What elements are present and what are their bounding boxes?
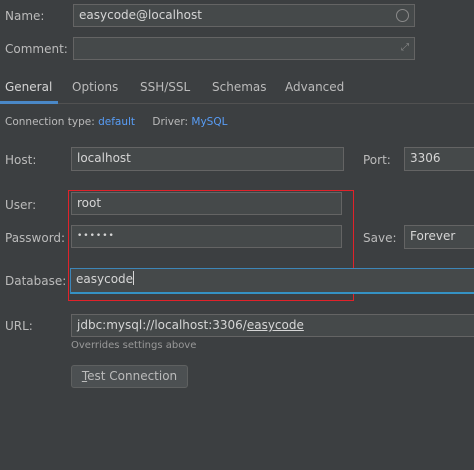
user-label: User: xyxy=(5,198,37,212)
url-input[interactable]: jdbc:mysql://localhost:3306/easycode xyxy=(71,314,474,337)
url-hint: Overrides settings above xyxy=(71,340,197,351)
text-cursor xyxy=(133,271,135,285)
tab-ssh-ssl[interactable]: SSH/SSL xyxy=(140,80,190,94)
test-button-label: est Connection xyxy=(87,369,178,383)
tab-bar: General Options SSH/SSL Schemas Advanced xyxy=(0,70,474,104)
tab-advanced[interactable]: Advanced xyxy=(285,80,344,94)
expand-icon[interactable]: ⤢ xyxy=(399,42,411,54)
connection-info: Connection type: default Driver: MySQL xyxy=(5,116,227,128)
port-label: Port: xyxy=(363,153,391,167)
tab-options[interactable]: Options xyxy=(72,80,118,94)
tab-schemas[interactable]: Schemas xyxy=(212,80,267,94)
connection-type-link[interactable]: default xyxy=(98,116,135,128)
tab-general[interactable]: General xyxy=(5,80,52,94)
comment-input[interactable] xyxy=(73,37,415,60)
host-label: Host: xyxy=(5,153,37,167)
url-label: URL: xyxy=(5,319,33,333)
database-value: easycode xyxy=(76,272,134,286)
host-value: localhost xyxy=(77,151,131,165)
test-connection-button[interactable]: Test Connection xyxy=(71,365,188,388)
comment-label: Comment: xyxy=(5,42,68,56)
save-label: Save: xyxy=(363,231,397,245)
database-label: Database: xyxy=(5,274,67,288)
port-value: 3306 xyxy=(410,151,441,165)
save-value: Forever xyxy=(410,229,456,243)
url-value-prefix: jdbc:mysql://localhost:3306/ xyxy=(77,318,247,332)
port-input[interactable]: 3306 xyxy=(404,147,474,171)
driver-link[interactable]: MySQL xyxy=(191,116,227,128)
password-label: Password: xyxy=(5,231,66,245)
name-label: Name: xyxy=(5,9,45,23)
circle-icon[interactable] xyxy=(396,9,409,22)
driver-label: Driver: xyxy=(152,116,189,128)
name-value: easycode@localhost xyxy=(79,8,202,22)
host-input[interactable]: localhost xyxy=(71,147,344,171)
save-select[interactable]: Forever xyxy=(404,225,474,249)
database-input[interactable]: easycode xyxy=(70,268,474,294)
url-value-db: easycode xyxy=(246,318,304,332)
active-tab-indicator xyxy=(0,101,58,104)
connection-type-label: Connection type: xyxy=(5,116,95,128)
name-input[interactable]: easycode@localhost xyxy=(73,4,415,27)
